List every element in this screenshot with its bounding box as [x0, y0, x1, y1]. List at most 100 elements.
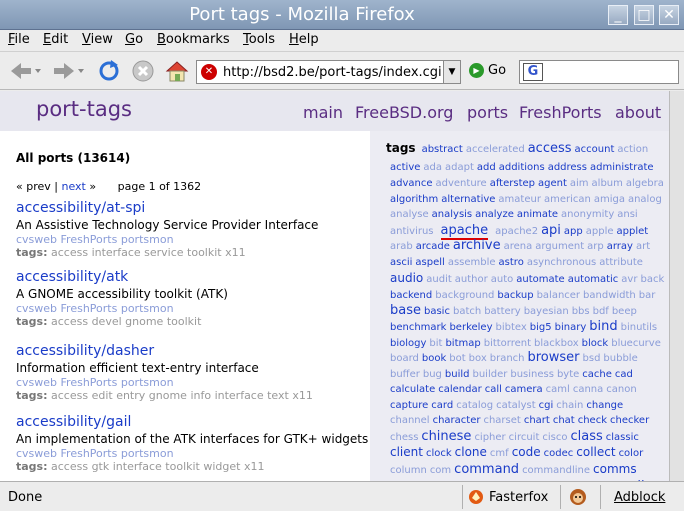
pager: « prev | next » page 1 of 1362 — [16, 180, 201, 193]
tags-label: tags: — [16, 246, 48, 259]
menu-label: iew — [90, 32, 113, 47]
port-description: A GNOME accessibility toolkit (ATK) — [16, 287, 228, 301]
vertical-scrollbar[interactable] — [669, 91, 684, 481]
tag-link[interactable]: access — [528, 141, 572, 156]
tag-cloud-line: tags abstract accelerated access account acti… — [386, 137, 651, 156]
prev-link[interactable]: prev — [26, 180, 51, 193]
reload-button[interactable] — [94, 57, 124, 85]
title-bar: Port tags - Mozilla Firefox _ □ ✕ — [0, 0, 684, 30]
port-name-link[interactable]: accessibility/atk — [16, 269, 366, 286]
port-entry: accessibility/gail An implementation of … — [16, 414, 369, 474]
tag-link[interactable]: code — [512, 445, 541, 459]
forward-arrow-icon — [54, 63, 84, 79]
port-tag-list[interactable]: access gtk interface toolkit widget x11 — [51, 460, 264, 473]
nav-link-about[interactable]: about — [615, 103, 661, 122]
minimize-button[interactable]: _ — [608, 5, 628, 25]
tag-cloud-panel: tags abstract accelerated access account acti… — [370, 131, 669, 481]
port-tag-list[interactable]: access interface service toolkit x11 — [51, 246, 246, 259]
url-dropdown-button[interactable]: ▼ — [443, 60, 461, 84]
port-links[interactable]: cvsweb FreshPorts portsmon — [16, 376, 366, 389]
browser-window: Port tags - Mozilla Firefox _ □ ✕ File Ed… — [0, 0, 684, 511]
nav-link-main[interactable]: main — [303, 103, 343, 122]
menu-item-tools[interactable]: Tools — [243, 32, 275, 47]
next-arrow: » — [89, 180, 97, 193]
port-name-link[interactable]: accessibility/at-spi — [16, 200, 366, 217]
port-entry: accessibility/atk A GNOME accessibility … — [16, 269, 366, 329]
url-field[interactable]: http://bsd2.be/port-tags/index.cgi — [196, 60, 444, 84]
port-description: Information efficient text-entry interfa… — [16, 361, 259, 375]
port-tags: tags: access gtk interface toolkit widge… — [16, 460, 366, 474]
menu-item-go[interactable]: Go — [125, 32, 143, 47]
port-name-link[interactable]: accessibility/dasher — [16, 343, 366, 360]
status-text: Done — [8, 489, 43, 505]
port-description: An Assistive Technology Service Provider… — [16, 218, 319, 232]
stop-icon — [132, 60, 154, 82]
port-links[interactable]: cvsweb FreshPorts portsmon — [16, 302, 366, 315]
status-separator — [560, 485, 561, 509]
chevron-down-icon: ▼ — [448, 67, 456, 77]
adblock-button[interactable]: Adblock — [614, 487, 665, 507]
site-title[interactable]: port-tags — [36, 97, 132, 121]
prev-arrow: « — [16, 180, 23, 193]
tag-link[interactable]: comms — [593, 462, 637, 476]
home-button[interactable] — [162, 57, 192, 85]
tag-link[interactable]: abstract — [422, 144, 463, 155]
menu-label: ookmarks — [165, 32, 230, 47]
tags-label: tags: — [16, 315, 48, 328]
google-search-icon[interactable]: G — [523, 63, 543, 81]
close-button[interactable]: ✕ — [659, 5, 679, 25]
menu-item-bookmarks[interactable]: Bookmarks — [157, 32, 230, 47]
stop-button[interactable] — [128, 57, 158, 85]
port-tags: tags: access devel gnome toolkit — [16, 315, 366, 329]
menu-label: ools — [248, 32, 276, 47]
port-tags: tags: access interface service toolkit x… — [16, 246, 366, 260]
port-tag-list[interactable]: access edit entry gnome info interface t… — [51, 389, 313, 402]
site-header: port-tags main FreeBSD.org ports FreshPo… — [0, 91, 669, 131]
tags-heading: tags — [386, 141, 416, 155]
menu-item-help[interactable]: Help — [289, 32, 319, 47]
tags-label: tags: — [16, 389, 48, 402]
port-entry: accessibility/dasher Information efficie… — [16, 343, 366, 403]
url-text[interactable]: http://bsd2.be/port-tags/index.cgi — [223, 65, 442, 80]
forward-button[interactable] — [48, 57, 86, 85]
go-label: Go — [488, 63, 507, 78]
port-links[interactable]: cvsweb FreshPorts portsmon — [16, 233, 366, 246]
menu-item-view[interactable]: View — [82, 32, 113, 47]
nav-link-ports[interactable]: ports — [467, 103, 508, 122]
tag-link[interactable]: collect — [576, 445, 615, 459]
menu-accelerator: V — [82, 32, 91, 47]
status-bar: Done Fasterfox Adblock — [0, 481, 684, 511]
tag-link[interactable]: client — [390, 445, 423, 459]
nav-link-freebsd[interactable]: FreeBSD.org — [355, 103, 453, 122]
tags-label: tags: — [16, 460, 48, 473]
nav-link-freshports[interactable]: FreshPorts — [519, 103, 602, 122]
tag-link[interactable]: clone — [455, 445, 487, 459]
port-tag-list[interactable]: access devel gnome toolkit — [51, 315, 201, 328]
back-button[interactable] — [6, 57, 42, 85]
fasterfox-button[interactable]: Fasterfox — [468, 487, 548, 507]
tag-link[interactable]: accelerated — [466, 144, 525, 155]
port-links[interactable]: cvsweb FreshPorts portsmon — [16, 447, 366, 460]
menu-label: dit — [51, 32, 69, 47]
maximize-button[interactable]: □ — [634, 5, 654, 25]
home-icon — [165, 61, 189, 82]
port-name-link[interactable]: accessibility/gail — [16, 414, 366, 431]
back-arrow-icon — [11, 63, 41, 79]
tag-link[interactable]: account — [575, 144, 615, 155]
next-link[interactable]: next — [62, 180, 86, 193]
fasterfox-label: Fasterfox — [489, 489, 549, 505]
tag-link[interactable]: action — [617, 144, 648, 155]
menu-item-file[interactable]: File — [8, 32, 30, 47]
status-separator — [600, 485, 601, 509]
search-input[interactable] — [519, 60, 679, 84]
tag-link[interactable]: bar — [639, 290, 656, 301]
go-button[interactable]: ▶ Go — [469, 63, 506, 78]
fasterfox-icon — [469, 490, 483, 504]
menu-label: elp — [298, 32, 319, 47]
page-indicator: page 1 of 1362 — [117, 180, 202, 193]
monkey-icon-button[interactable] — [568, 487, 588, 507]
pager-separator: | — [54, 180, 58, 193]
menu-item-edit[interactable]: Edit — [43, 32, 68, 47]
window-title: Port tags - Mozilla Firefox — [189, 4, 415, 25]
port-description: An implementation of the ATK interfaces … — [16, 432, 369, 446]
